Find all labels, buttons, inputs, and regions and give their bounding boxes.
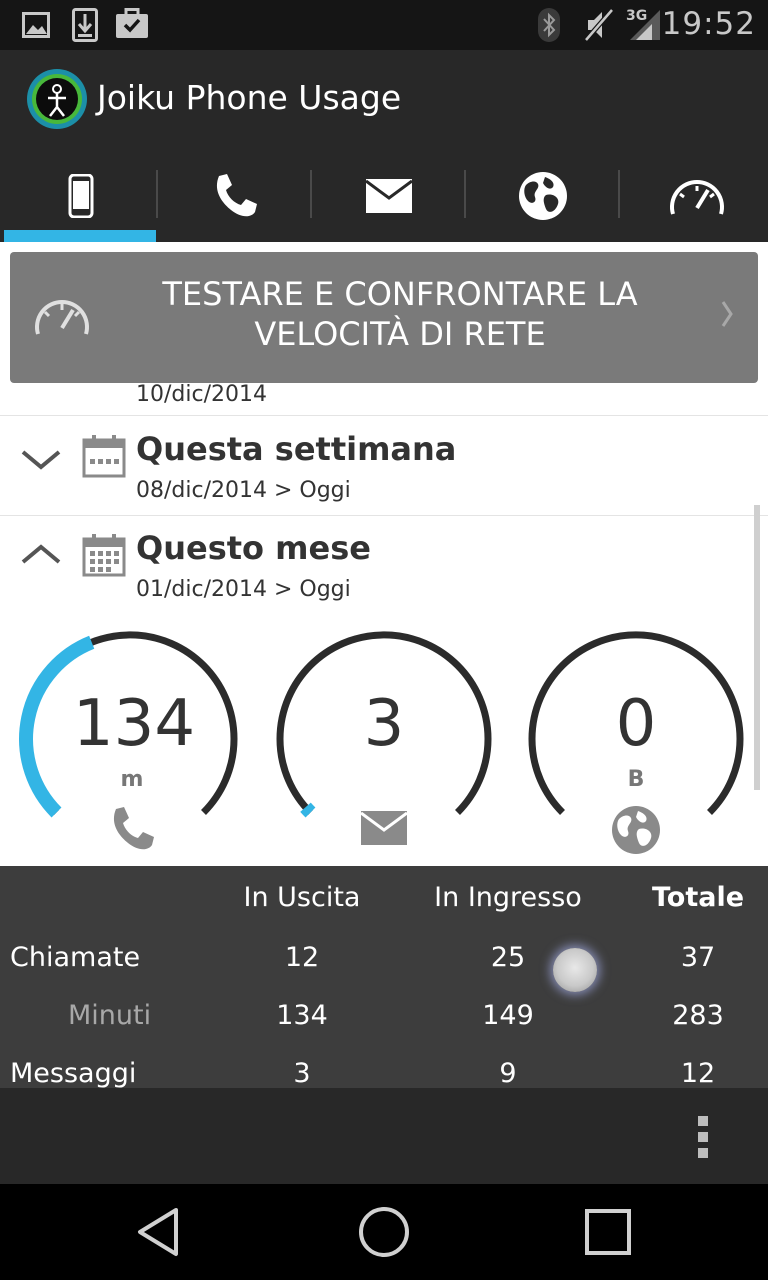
app-title: Joiku Phone Usage bbox=[97, 78, 402, 117]
globe-icon bbox=[519, 172, 567, 220]
image-icon bbox=[22, 12, 50, 38]
messages-outgoing: 3 bbox=[293, 1058, 311, 1088]
overflow-dot bbox=[698, 1116, 708, 1126]
envelope-icon bbox=[361, 811, 407, 845]
period-month-range: 01/dic/2014 > Oggi bbox=[136, 577, 351, 602]
speed-test-banner[interactable]: TESTARE E CONFRONTARE LA VELOCITÀ DI RET… bbox=[10, 252, 758, 383]
minutes-outgoing: 134 bbox=[276, 1000, 328, 1031]
network-type-label: 3G bbox=[626, 8, 647, 24]
minutes-incoming: 149 bbox=[482, 1000, 534, 1031]
row-label-minutes: Minuti bbox=[68, 1000, 152, 1031]
tab-bar bbox=[0, 150, 768, 242]
navigation-bar bbox=[0, 1184, 768, 1280]
touch-indicator bbox=[553, 948, 597, 992]
tab-speed[interactable] bbox=[620, 150, 768, 242]
row-label-messages: Messaggi bbox=[10, 1058, 137, 1088]
home-button[interactable] bbox=[356, 1204, 412, 1260]
messages-gauge-fill bbox=[300, 802, 316, 818]
data-gauge-unit: B bbox=[627, 767, 645, 792]
messages-gauge-value: 3 bbox=[363, 687, 405, 761]
row-label-calls: Chiamate bbox=[10, 942, 141, 973]
previous-period-range: 10/dic/2014 bbox=[136, 382, 267, 407]
recent-apps-button[interactable] bbox=[584, 1208, 632, 1256]
minutes-total: 283 bbox=[672, 1000, 724, 1031]
calls-outgoing: 12 bbox=[284, 942, 320, 973]
divider bbox=[0, 415, 768, 416]
tab-messages[interactable] bbox=[312, 150, 466, 242]
status-bar: 3G 19:52 bbox=[0, 0, 768, 50]
signal-icon: 3G bbox=[626, 8, 660, 40]
chevron-down-icon bbox=[21, 450, 61, 470]
overflow-dot bbox=[698, 1132, 708, 1142]
calls-total: 37 bbox=[680, 942, 716, 973]
speed-test-banner-text: TESTARE E CONFRONTARE LA VELOCITÀ DI RET… bbox=[122, 274, 678, 354]
banner-line-2: VELOCITÀ DI RETE bbox=[254, 315, 546, 353]
mute-icon bbox=[584, 8, 614, 42]
tab-calls[interactable] bbox=[158, 150, 312, 242]
header-total: Totale bbox=[651, 882, 745, 913]
usage-content: 10/dic/2014 TESTARE E CONFRONTARE LA VEL… bbox=[0, 242, 768, 866]
tab-device[interactable] bbox=[4, 150, 158, 242]
briefcase-check-icon bbox=[116, 8, 148, 38]
phone-device-icon bbox=[68, 174, 94, 218]
speedometer-icon bbox=[670, 180, 724, 215]
header-incoming: In Ingresso bbox=[434, 882, 582, 913]
speedometer-icon bbox=[35, 300, 89, 335]
action-bar: Joiku Phone Usage bbox=[0, 50, 768, 150]
data-gauge-value: 0 bbox=[615, 687, 657, 761]
globe-icon bbox=[612, 806, 660, 854]
period-week-title: Questa settimana bbox=[136, 430, 457, 468]
tab-data[interactable] bbox=[466, 150, 620, 242]
bluetooth-icon bbox=[538, 8, 560, 42]
overflow-dot bbox=[698, 1148, 708, 1158]
app-logo-icon[interactable] bbox=[26, 68, 88, 130]
calendar-icon bbox=[82, 534, 126, 577]
phone-call-icon bbox=[216, 174, 257, 217]
overflow-menu-button[interactable] bbox=[698, 1116, 710, 1158]
back-button[interactable] bbox=[134, 1206, 182, 1258]
messages-incoming: 9 bbox=[499, 1058, 517, 1088]
envelope-icon bbox=[366, 179, 412, 213]
phone-call-icon bbox=[113, 807, 154, 850]
banner-line-1: TESTARE E CONFRONTARE LA bbox=[162, 275, 638, 313]
calls-gauge-unit: m bbox=[120, 767, 144, 792]
bottom-action-bar bbox=[0, 1088, 768, 1184]
download-icon bbox=[72, 8, 98, 42]
calendar-icon bbox=[82, 435, 126, 478]
status-clock: 19:52 bbox=[661, 6, 756, 42]
selected-tab-indicator bbox=[4, 230, 156, 242]
period-week-range: 08/dic/2014 > Oggi bbox=[136, 478, 351, 503]
period-month-title: Questo mese bbox=[136, 529, 371, 567]
scrollbar[interactable] bbox=[754, 505, 760, 790]
messages-total: 12 bbox=[680, 1058, 716, 1088]
calls-gauge-value: 134 bbox=[72, 687, 196, 761]
chevron-up-icon bbox=[21, 544, 61, 564]
header-outgoing: In Uscita bbox=[243, 882, 361, 913]
chevron-right-icon bbox=[721, 301, 733, 327]
usage-stats-table: In Uscita In Ingresso Totale Chiamate 12… bbox=[0, 866, 768, 1088]
divider bbox=[0, 515, 768, 516]
usage-gauges: 134 m 3 0 B bbox=[0, 627, 768, 866]
